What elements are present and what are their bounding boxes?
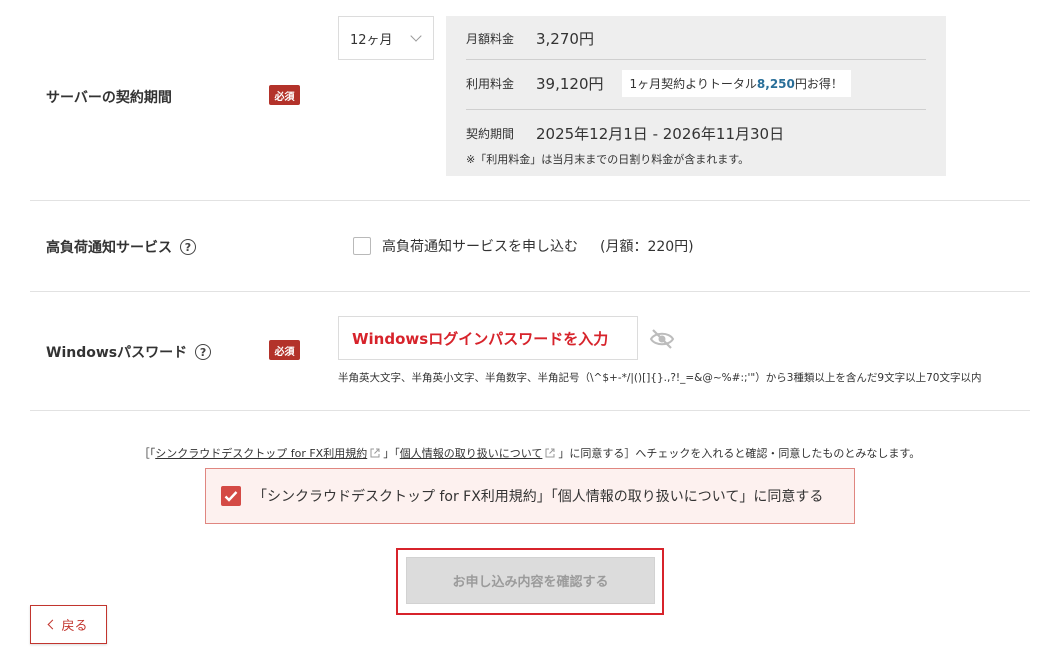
usage-fee-note: ※「利用料金」は当月末までの日割り料金が含まれます。: [466, 153, 750, 166]
usage-fee-line: 利用料金 39,120円 1ヶ月契約よりトータル8,250円お得！: [466, 70, 851, 97]
contract-period-select[interactable]: 12ヶ月: [338, 16, 434, 60]
chevron-left-icon: [48, 619, 58, 630]
monthly-fee-line: 月額料金 3,270円: [466, 30, 594, 48]
price-summary: 月額料金 3,270円 利用料金 39,120円 1ヶ月契約よりトータル8,25…: [446, 16, 946, 176]
high-load-checkbox[interactable]: [353, 237, 371, 255]
divider: [466, 59, 926, 60]
contract-period-line: 契約期間 2025年12月1日 - 2026年11月30日: [466, 125, 785, 143]
chevron-down-icon: [410, 30, 422, 42]
help-icon[interactable]: ?: [195, 344, 212, 360]
windows-password-input[interactable]: Windowsログインパスワードを入力: [338, 316, 638, 360]
high-load-label: 高負荷通知サービス ?: [46, 237, 196, 257]
agreement-checkbox[interactable]: [221, 486, 241, 506]
divider: [466, 109, 926, 110]
password-hint: 半角英大文字、半角英小文字、半角数字、半角記号（\^$+-*/|()[]{}.,…: [338, 372, 982, 384]
privacy-link[interactable]: 個人情報の取り扱いについて: [400, 447, 543, 460]
back-button[interactable]: 戻る: [30, 605, 107, 644]
windows-password-label: Windowsパスワード ?: [46, 342, 212, 362]
external-link-icon: [370, 448, 380, 458]
required-badge: 必須: [269, 340, 300, 360]
divider: [30, 200, 1030, 201]
terms-link[interactable]: シンクラウドデスクトップ for FX利用規約: [155, 447, 367, 460]
agreement-note: ［「シンクラウドデスクトップ for FX利用規約 」「個人情報の取り扱いについて…: [138, 447, 921, 460]
confirm-button[interactable]: お申し込み内容を確認する: [406, 557, 655, 604]
divider: [30, 291, 1030, 292]
required-badge: 必須: [269, 85, 300, 105]
eye-off-icon[interactable]: [649, 328, 675, 350]
high-load-option: 高負荷通知サービスを申し込む (月額：220円): [353, 236, 694, 256]
external-link-icon: [545, 448, 555, 458]
help-icon[interactable]: ?: [180, 239, 196, 255]
divider: [30, 410, 1030, 411]
agreement-option: 「シンクラウドデスクトップ for FX利用規約」「個人情報の取り扱いについて」…: [205, 468, 855, 524]
savings-badge: 1ヶ月契約よりトータル8,250円お得！: [621, 70, 851, 97]
contract-period-label: サーバーの契約期間: [46, 90, 172, 106]
check-icon: [224, 491, 238, 502]
